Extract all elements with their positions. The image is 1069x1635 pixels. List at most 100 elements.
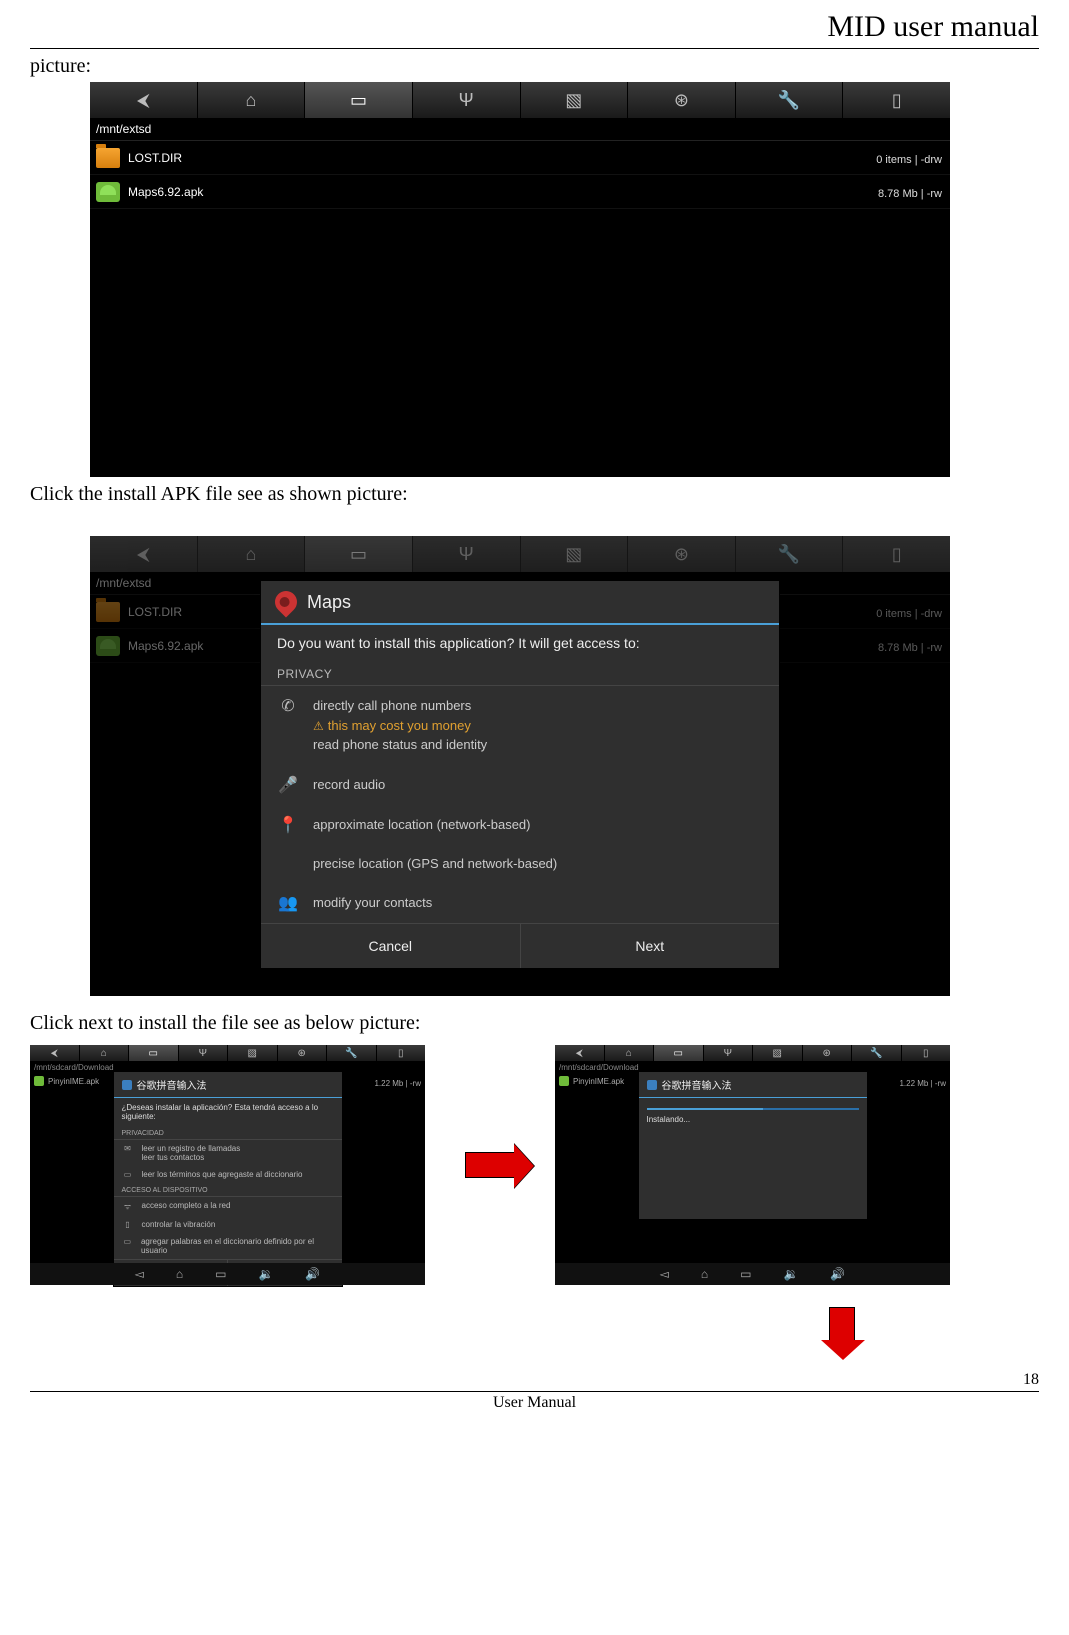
permission-warning: this may cost you money <box>313 716 763 736</box>
tab-usb-icon: Ψ <box>412 536 520 572</box>
tab-tools-icon[interactable]: 🔧 <box>735 82 843 118</box>
permission-text: agregar palabras en el diccionario defin… <box>141 1237 334 1255</box>
wifi-icon: ᯤ <box>122 1201 134 1212</box>
screenshot-small-permissions: ⮜ ⌂ ▭ Ψ ▧ ⊛ 🔧 ▯ /mnt/sdcard/Download Pin… <box>30 1045 425 1285</box>
dialog-title: 谷歌拼音输入法 <box>662 1077 732 1092</box>
file-row[interactable]: Maps6.92.apk <box>90 175 950 209</box>
file-name: Maps6.92.apk <box>128 185 203 199</box>
tab-back-icon[interactable]: ⮜ <box>90 82 197 118</box>
permission-row: ▭ leer los términos que agregaste al dicc… <box>114 1166 342 1183</box>
tab-picture-icon: ▧ <box>752 1045 802 1061</box>
permission-text: record audio <box>313 775 763 795</box>
dialog-title-row: 谷歌拼音输入法 <box>114 1072 342 1097</box>
apk-icon <box>559 1076 569 1086</box>
permission-row: ✉leer un registro de llamadasleer tus co… <box>114 1140 342 1166</box>
toolbar: ⮜ ⌂ ▭ Ψ ▧ ⊛ 🔧 ▯ <box>90 536 950 572</box>
maps-pin-icon <box>270 586 301 617</box>
file-meta: 1.22 Mb | -rw <box>899 1079 946 1088</box>
tab-usb-icon[interactable]: Ψ <box>412 82 520 118</box>
tab-video-icon: ⊛ <box>802 1045 852 1061</box>
tab-picture-icon: ▧ <box>520 536 628 572</box>
screenshot-file-manager: ⮜ ⌂ ▭ Ψ ▧ ⊛ 🔧 ▯ /mnt/extsd LOST.DIR Maps… <box>90 82 950 477</box>
caption-click-next: Click next to install the file see as be… <box>30 1012 1039 1035</box>
file-meta: 1.22 Mb | -rw <box>374 1079 421 1088</box>
installing-dialog: 谷歌拼音输入法 Instalando... <box>638 1071 868 1220</box>
tab-tools-icon: 🔧 <box>735 536 843 572</box>
caption-picture: picture: <box>30 55 1039 78</box>
install-dialog: Maps Do you want to install this applica… <box>260 580 780 969</box>
file-meta: 0 items | -drw <box>876 608 942 620</box>
tab-document-icon[interactable]: ▯ <box>842 82 950 118</box>
tab-picture-icon: ▧ <box>227 1045 277 1061</box>
screenshot-install-dialog: ⮜ ⌂ ▭ Ψ ▧ ⊛ 🔧 ▯ /mnt/extsd LOST.DIR Maps… <box>90 536 950 996</box>
tab-disk-icon: ⌂ <box>197 536 305 572</box>
app-icon <box>122 1080 132 1090</box>
permission-row: 👥 modify your contacts <box>261 883 779 923</box>
tab-usb-icon: Ψ <box>178 1045 228 1061</box>
nav-recent-icon[interactable]: ▭ <box>740 1267 751 1281</box>
dialog-section: ACCESO AL DISPOSITIVO <box>114 1183 342 1197</box>
file-meta: 8.78 Mb | -rw <box>878 642 942 654</box>
dialog-question: Do you want to install this application?… <box>261 625 779 657</box>
small-screenshots-row: ⮜ ⌂ ▭ Ψ ▧ ⊛ 🔧 ▯ /mnt/sdcard/Download Pin… <box>30 1045 1039 1285</box>
page-number: 18 <box>30 1371 1039 1389</box>
nav-back-icon[interactable]: ◅ <box>135 1267 144 1281</box>
permission-text: leer un registro de llamadas <box>142 1144 241 1153</box>
folder-icon <box>96 602 120 622</box>
file-name: LOST.DIR <box>128 605 182 619</box>
nav-volup-icon[interactable]: 🔊 <box>305 1267 320 1281</box>
tab-video-icon[interactable]: ⊛ <box>627 82 735 118</box>
tab-video-icon: ⊛ <box>277 1045 327 1061</box>
header-rule <box>30 48 1039 49</box>
tab-tools-icon: 🔧 <box>851 1045 901 1061</box>
microphone-icon: 🎤 <box>277 775 299 795</box>
document-header: MID user manual <box>30 10 1039 44</box>
tab-disk-icon: ⌂ <box>79 1045 129 1061</box>
permission-text: controlar la vibración <box>142 1220 216 1229</box>
permission-text: directly call phone numbers <box>313 698 471 713</box>
toolbar: ⮜ ⌂ ▭ Ψ ▧ ⊛ 🔧 ▯ <box>30 1045 425 1061</box>
permission-row: ▭ agregar palabras en el diccionario defi… <box>114 1233 342 1259</box>
toolbar: ⮜ ⌂ ▭ Ψ ▧ ⊛ 🔧 ▯ <box>555 1045 950 1061</box>
nav-volup-icon[interactable]: 🔊 <box>830 1267 845 1281</box>
tab-back-icon: ⮜ <box>30 1045 79 1061</box>
folder-icon <box>96 148 120 168</box>
tab-picture-icon[interactable]: ▧ <box>520 82 628 118</box>
footer-rule <box>30 1391 1039 1392</box>
file-name: PinyinIME.apk <box>48 1077 99 1086</box>
nav-back-icon[interactable]: ◅ <box>660 1267 669 1281</box>
book-icon: ▭ <box>122 1170 134 1179</box>
dialog-section: PRIVACIDAD <box>114 1126 342 1140</box>
file-name: Maps6.92.apk <box>128 639 203 653</box>
next-button[interactable]: Next <box>521 924 780 968</box>
file-meta: 0 items | -drw <box>876 154 942 166</box>
file-row[interactable]: LOST.DIR <box>90 141 950 175</box>
phone-icon: ✉ <box>122 1144 134 1162</box>
tab-disk-icon[interactable]: ⌂ <box>197 82 305 118</box>
footer-label: User Manual <box>30 1394 1039 1412</box>
tab-sd-icon[interactable]: ▭ <box>304 82 412 118</box>
nav-voldown-icon[interactable]: 🔉 <box>258 1267 273 1281</box>
cancel-button[interactable]: Cancel <box>261 924 521 968</box>
dialog-buttons: Cancel Next <box>261 923 779 968</box>
screenshot-small-installing: ⮜ ⌂ ▭ Ψ ▧ ⊛ 🔧 ▯ /mnt/sdcard/Download Pin… <box>555 1045 950 1285</box>
nav-home-icon[interactable]: ⌂ <box>701 1267 708 1281</box>
permission-row: ▯ controlar la vibración <box>114 1216 342 1233</box>
permission-text: modify your contacts <box>313 893 763 913</box>
book-icon: ▭ <box>122 1237 133 1255</box>
device-icon: ▯ <box>122 1220 134 1229</box>
tab-document-icon: ▯ <box>842 536 950 572</box>
apk-icon <box>34 1076 44 1086</box>
tab-sd-icon: ▭ <box>653 1045 703 1061</box>
dialog-title-row: Maps <box>261 581 779 623</box>
nav-voldown-icon[interactable]: 🔉 <box>783 1267 798 1281</box>
tab-back-icon: ⮜ <box>555 1045 604 1061</box>
toolbar: ⮜ ⌂ ▭ Ψ ▧ ⊛ 🔧 ▯ <box>90 82 950 118</box>
permission-row: ᯤacceso completo a la red <box>114 1197 342 1216</box>
nav-home-icon[interactable]: ⌂ <box>176 1267 183 1281</box>
nav-recent-icon[interactable]: ▭ <box>215 1267 226 1281</box>
tab-back-icon: ⮜ <box>90 536 197 572</box>
android-navbar: ◅ ⌂ ▭ 🔉 🔊 <box>30 1263 425 1285</box>
location-icon: 📍 <box>277 815 299 835</box>
permission-text: leer los términos que agregaste al dicci… <box>142 1170 303 1179</box>
